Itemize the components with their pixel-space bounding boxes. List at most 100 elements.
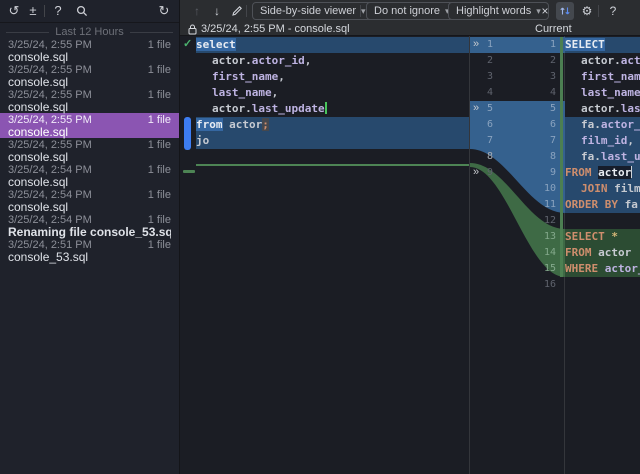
code-line: last_name, — [196, 85, 470, 101]
code-token: , — [278, 70, 285, 83]
diff-toolbar: ↑ ↓ Side-by-side viewer ▾ Do not ignore … — [180, 0, 640, 22]
code-token: ; — [262, 118, 269, 131]
line-number: 8 — [470, 149, 493, 165]
diff-viewer: ↑ ↓ Side-by-side viewer ▾ Do not ignore … — [180, 0, 640, 474]
code-token: actor. — [212, 54, 252, 67]
line-number: 9 — [470, 165, 493, 181]
revision-item[interactable]: 3/25/24, 2:55 PM1 fileconsole.sql — [0, 113, 179, 138]
code-line: actor.last_update, — [565, 101, 640, 117]
line-number: 10 — [532, 181, 556, 197]
right-editor-pane[interactable]: SELECT actor.actor_id,first_name,last_nam… — [565, 36, 640, 474]
line-number: 5 — [532, 101, 556, 117]
code-line: last_name, — [565, 85, 640, 101]
line-number: 4 — [470, 85, 493, 101]
edit-icon[interactable] — [228, 3, 246, 19]
highlight-mode-label: Highlight words — [456, 5, 531, 17]
left-editor-pane[interactable]: ✓ selectactor.actor_id,first_name,last_n… — [180, 36, 470, 474]
revision-file-count: 1 file — [148, 64, 171, 76]
code-token: * — [611, 230, 618, 243]
code-line: from actor; — [196, 117, 470, 133]
line-number: 15 — [532, 261, 556, 277]
revision-item[interactable]: 3/25/24, 2:55 PM1 fileconsole.sql — [0, 88, 179, 113]
code-token: SELECT — [565, 38, 605, 51]
sync-scrolling-toggle[interactable] — [556, 2, 574, 20]
code-line: fa.last_update — [565, 149, 640, 165]
revision-item[interactable]: 3/25/24, 2:54 PM1 fileconsole.sql — [0, 188, 179, 213]
added-range-edge — [560, 37, 563, 277]
code-token: film_actor — [614, 182, 640, 195]
code-token: actor. — [212, 102, 252, 115]
diff-title-row: 3/25/24, 2:55 PM - console.sql Current — [180, 22, 640, 36]
code-token: last_name — [212, 86, 272, 99]
line-number: 14 — [532, 245, 556, 261]
toolbar-separator — [44, 5, 45, 17]
line-number: 16 — [532, 277, 556, 293]
revision-label: Renaming file console_53.sql to con... — [8, 226, 171, 239]
sidebar-toolbar: ↺ ± ? ↻ — [0, 0, 179, 23]
toolbar-separator — [598, 5, 599, 17]
revision-date: 3/25/24, 2:54 PM — [8, 189, 92, 201]
code-token: FROM — [565, 166, 598, 179]
applied-check-icon[interactable]: ✓ — [183, 37, 192, 50]
revision-item[interactable]: 3/25/24, 2:55 PM1 fileconsole.sql — [0, 38, 179, 63]
code-line: actor.last_update — [196, 101, 470, 117]
diff-divider: »1234»5678»912345678910111213141516 — [470, 36, 565, 474]
revision-date: 3/25/24, 2:54 PM — [8, 164, 92, 176]
left-code-lines: selectactor.actor_id,first_name,last_nam… — [196, 36, 470, 474]
revision-item[interactable]: 3/25/24, 2:54 PM1 fileRenaming file cons… — [0, 213, 179, 238]
revision-meta: 3/25/24, 2:51 PM1 file — [8, 239, 171, 251]
revert-icon[interactable]: ↺ — [6, 3, 22, 19]
line-number: 4 — [532, 85, 556, 101]
code-line: actor.actor_id, — [565, 53, 640, 69]
revision-item[interactable]: 3/25/24, 2:55 PM1 fileconsole.sql — [0, 63, 179, 88]
code-line: select — [196, 37, 470, 53]
highlight-mode-select[interactable]: Highlight words ▾ — [448, 2, 549, 20]
revision-meta: 3/25/24, 2:54 PM1 file — [8, 214, 171, 226]
revision-date: 3/25/24, 2:55 PM — [8, 139, 92, 151]
revision-meta: 3/25/24, 2:55 PM1 file — [8, 139, 171, 151]
diff-editors: ✓ selectactor.actor_id,first_name,last_n… — [180, 36, 640, 474]
revision-meta: 3/25/24, 2:55 PM1 file — [8, 39, 171, 51]
revision-file-count: 1 file — [148, 239, 171, 251]
revision-item[interactable]: 3/25/24, 2:55 PM1 fileconsole.sql — [0, 138, 179, 163]
next-change-icon[interactable]: ↓ — [208, 3, 226, 19]
code-line — [196, 149, 470, 165]
revision-date: 3/25/24, 2:55 PM — [8, 64, 92, 76]
code-token: FROM — [565, 246, 598, 259]
code-token: actor. — [581, 102, 621, 115]
refresh-icon[interactable]: ↻ — [156, 3, 172, 19]
gear-icon[interactable]: ⚙ — [578, 3, 596, 19]
toolbar-separator — [246, 5, 247, 17]
code-token: JOIN — [581, 182, 614, 195]
search-icon[interactable] — [74, 3, 90, 19]
ignore-policy-label: Do not ignore — [374, 5, 440, 17]
inserted-range-marker — [183, 170, 195, 173]
changed-range-marker — [184, 117, 191, 150]
code-token: first_name — [212, 70, 278, 83]
revision-file-count: 1 file — [148, 114, 171, 126]
show-diff-icon[interactable]: ± — [25, 3, 41, 19]
local-history-window: ↺ ± ? ↻ Last 12 Hours 3/25/24, 2:55 PM1 … — [0, 0, 640, 474]
line-number: 6 — [532, 117, 556, 133]
collapse-unchanged-icon[interactable]: × — [536, 3, 554, 19]
viewer-mode-select[interactable]: Side-by-side viewer ▾ — [252, 2, 374, 20]
prev-change-icon[interactable]: ↑ — [188, 3, 206, 19]
revision-meta: 3/25/24, 2:54 PM1 file — [8, 189, 171, 201]
code-token: , — [272, 86, 279, 99]
line-number: 2 — [532, 53, 556, 69]
revision-item[interactable]: 3/25/24, 2:51 PM1 fileconsole_53.sql — [0, 238, 179, 263]
help-icon[interactable]: ? — [50, 3, 66, 19]
chevron-down-icon: ▾ — [361, 6, 366, 17]
code-line: first_name, — [565, 69, 640, 85]
revision-file-count: 1 file — [148, 164, 171, 176]
line-number: 1 — [470, 37, 493, 53]
right-pane-title: Current — [535, 23, 572, 35]
ignore-policy-select[interactable]: Do not ignore ▾ — [366, 2, 458, 20]
viewer-mode-label: Side-by-side viewer — [260, 5, 356, 17]
code-token: ORDER BY — [565, 198, 625, 211]
code-line: jo — [196, 133, 470, 149]
code-token: actor_id — [621, 54, 640, 67]
code-token: from — [196, 118, 223, 131]
help-icon[interactable]: ? — [604, 3, 622, 19]
revision-item[interactable]: 3/25/24, 2:54 PM1 fileconsole.sql — [0, 163, 179, 188]
